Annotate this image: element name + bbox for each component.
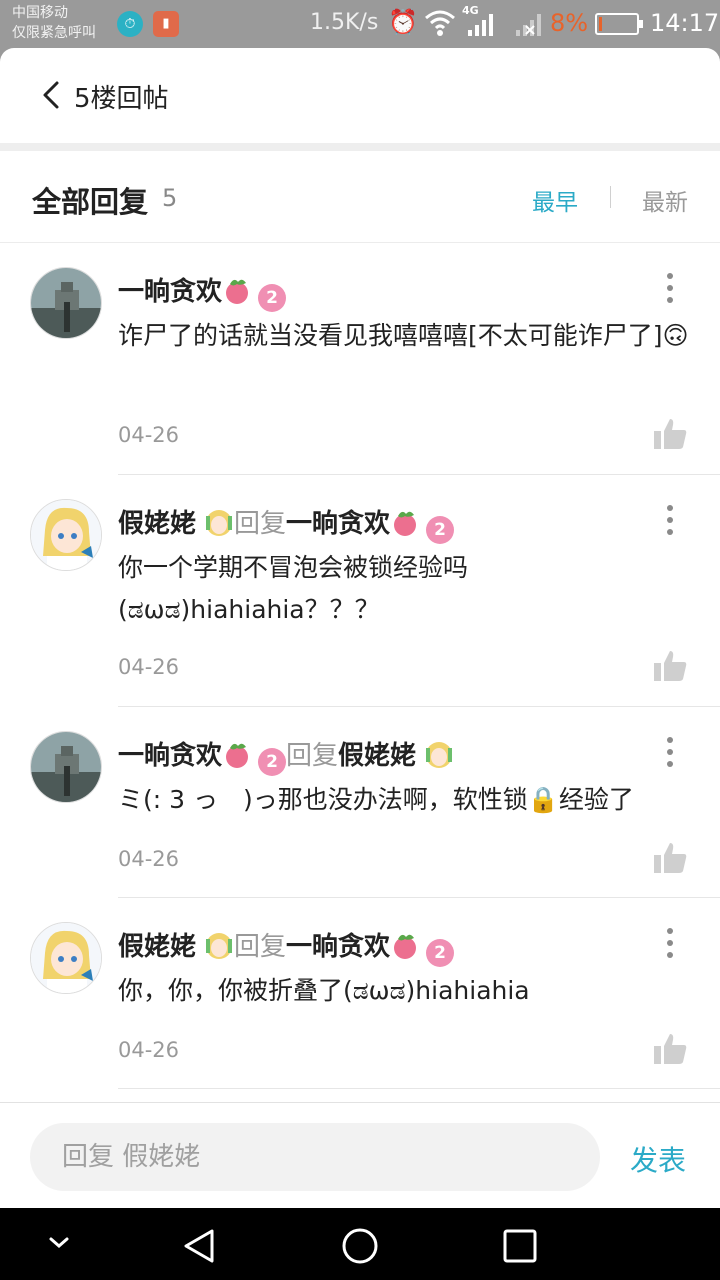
timer-icon: ⏱ [117, 11, 143, 37]
more-options-icon[interactable] [664, 928, 676, 960]
like-thumb-icon[interactable] [652, 649, 688, 683]
reply-text: 诈尸了的话就当没看见我嘻嘻嘻[不太可能诈尸了]🙃 [118, 321, 689, 350]
avatar-stone-statue [31, 268, 101, 338]
reply-item[interactable]: 一晌贪欢 2 诈尸了的话就当没看见我嘻嘻嘻[不太可能诈尸了]🙃 04-26 [0, 243, 720, 475]
author-name[interactable]: 假姥姥 [118, 932, 196, 962]
like-thumb-icon[interactable] [652, 841, 688, 875]
reply-count: 5 [162, 184, 178, 212]
peach-icon [394, 511, 417, 536]
reply-to-name[interactable]: 一晌贪欢 [286, 509, 390, 539]
reply-date: 04-26 [118, 655, 180, 679]
anime-girl-icon [206, 933, 233, 959]
back-arrow-icon[interactable] [40, 80, 62, 110]
reply-date: 04-26 [118, 847, 180, 871]
battery-saver-icon: ▮ [153, 11, 179, 37]
author-name[interactable]: 一晌贪欢 [118, 277, 222, 307]
battery-level [599, 17, 602, 31]
replies-header: 全部回复 5 最早 最新 [0, 151, 720, 243]
net-speed: 1.5K/s [310, 10, 379, 35]
reply-author-line: 假姥姥 回复一晌贪欢 2 [118, 503, 455, 544]
sort-divider [610, 186, 611, 208]
reply-input[interactable] [30, 1123, 600, 1191]
level-badge: 2 [426, 939, 455, 967]
more-options-icon[interactable] [664, 737, 676, 769]
peach-icon [226, 743, 249, 768]
avatar[interactable] [30, 267, 102, 339]
reply-text: 你一个学期不冒泡会被锁经验吗(ಡωಡ)hiahiahia？？？ [118, 553, 469, 624]
more-options-icon[interactable] [664, 273, 676, 305]
peach-icon [226, 279, 249, 304]
peach-icon [394, 934, 417, 959]
recent-square-icon[interactable] [502, 1228, 538, 1264]
signal-icon [468, 14, 493, 36]
page-title: 5楼回帖 [74, 84, 169, 114]
reply-label: 回复 [234, 932, 287, 962]
reply-author-line: 一晌贪欢 2 [118, 271, 287, 312]
sort-earliest-button[interactable]: 最早 [532, 183, 578, 217]
level-badge: 2 [258, 284, 287, 312]
no-signal-icon [516, 14, 541, 36]
like-thumb-icon[interactable] [652, 417, 688, 451]
wifi-icon [425, 10, 455, 36]
reply-date: 04-26 [118, 1038, 180, 1062]
reply-date: 04-26 [118, 423, 180, 447]
all-replies-title: 全部回复 [32, 185, 149, 219]
anime-girl-icon [206, 510, 233, 536]
clock: 14:17 [650, 9, 720, 37]
more-options-icon[interactable] [664, 505, 676, 537]
battery-percent: 8% [550, 9, 589, 37]
top-bar: 5楼回帖 [0, 48, 720, 143]
reply-composer: 发表 [0, 1102, 720, 1208]
anime-girl-icon [426, 742, 453, 768]
carrier-text: 中国移动 仅限紧急呼叫 [12, 5, 96, 41]
chevron-down-icon[interactable] [46, 1234, 72, 1252]
avatar[interactable] [30, 499, 102, 571]
author-name[interactable]: 假姥姥 [118, 509, 196, 539]
back-triangle-icon[interactable] [180, 1226, 220, 1266]
home-circle-icon[interactable] [340, 1226, 380, 1266]
section-divider [0, 143, 720, 151]
like-thumb-icon[interactable] [652, 1032, 688, 1066]
avatar[interactable] [30, 731, 102, 803]
avatar-anime-girl [31, 923, 101, 993]
status-bar: 中国移动 仅限紧急呼叫 ⏱ ▮ 1.5K/s ⏰ 4G 8% 14:17 [0, 0, 720, 48]
send-button[interactable]: 发表 [630, 1139, 686, 1179]
avatar-stone-statue [31, 732, 101, 802]
reply-label: 回复 [234, 509, 287, 539]
reply-item[interactable]: 一晌贪欢 2 回复假姥姥 ミ(: 3 っ )っ那也没办法啊，软性锁🔒经验了 04-2… [0, 707, 720, 898]
reply-item[interactable]: 假姥姥 回复一晌贪欢 2 你一个学期不冒泡会被锁经验吗(ಡωಡ)hiahiahia？… [0, 475, 720, 707]
reply-to-name[interactable]: 假姥姥 [338, 741, 416, 771]
author-name[interactable]: 一晌贪欢 [118, 741, 222, 771]
reply-author-line: 一晌贪欢 2 回复假姥姥 [118, 735, 454, 776]
reply-text: 你，你，你被折叠了(ಡωಡ)hiahiahia [118, 976, 530, 1005]
level-badge: 2 [258, 748, 287, 776]
row-separator [118, 1088, 720, 1089]
sort-newest-button[interactable]: 最新 [642, 183, 688, 217]
battery-icon [595, 13, 643, 35]
reply-to-name[interactable]: 一晌贪欢 [286, 932, 390, 962]
reply-sheet: 5楼回帖 全部回复 5 最早 最新 一晌贪欢 2 诈尸了的话就当没看见我嘻嘻嘻[不… [0, 48, 720, 1208]
level-badge: 2 [426, 516, 455, 544]
reply-label: 回复 [286, 741, 339, 771]
avatar-anime-girl [31, 500, 101, 570]
reply-text: ミ(: 3 っ )っ那也没办法啊，软性锁🔒经验了 [118, 785, 634, 814]
reply-item[interactable]: 假姥姥 回复一晌贪欢 2 你，你，你被折叠了(ಡωಡ)hiahiahia 04-26 [0, 898, 720, 1089]
reply-author-line: 假姥姥 回复一晌贪欢 2 [118, 926, 455, 967]
alarm-icon: ⏰ [388, 8, 418, 36]
system-nav-bar [0, 1208, 720, 1280]
avatar[interactable] [30, 922, 102, 994]
